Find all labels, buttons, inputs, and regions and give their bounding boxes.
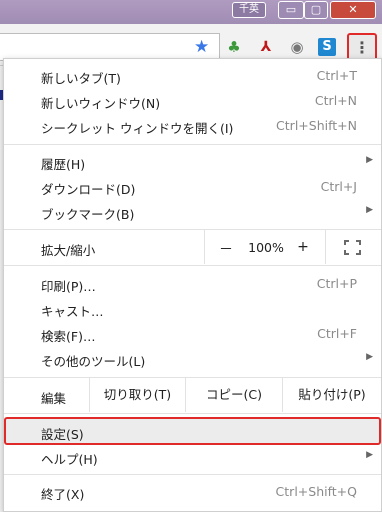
menu-item-shortcut: Ctrl+Shift+N bbox=[276, 118, 357, 133]
menu-item-label: 終了(X) bbox=[41, 487, 85, 502]
submenu-arrow-icon: ▶ bbox=[366, 205, 373, 215]
menu-item-label: ブックマーク(B) bbox=[41, 207, 135, 222]
menu-item-label: キャスト… bbox=[41, 304, 104, 319]
menu-item-cast[interactable]: キャスト… bbox=[4, 297, 381, 321]
menu-item-new-tab[interactable]: 新しいタブ(T) Ctrl+T bbox=[4, 64, 381, 88]
paste-button[interactable]: 貼り付け(P) bbox=[282, 378, 381, 412]
zoom-row: 拡大/縮小 － 100% + bbox=[4, 230, 381, 264]
submenu-arrow-icon: ▶ bbox=[366, 450, 373, 460]
menu-item-label: 新しいタブ(T) bbox=[41, 71, 121, 86]
menu-item-exit[interactable]: 終了(X) Ctrl+Shift+Q bbox=[4, 480, 381, 504]
edit-row: 編集 切り取り(T) コピー(C) 貼り付け(P) bbox=[4, 378, 381, 412]
minimize-icon: ▭ bbox=[285, 3, 297, 16]
submenu-arrow-icon: ▶ bbox=[366, 352, 373, 362]
cut-button[interactable]: 切り取り(T) bbox=[89, 378, 185, 412]
zoom-out-button[interactable]: － bbox=[219, 239, 233, 259]
menu-item-shortcut: Ctrl+Shift+Q bbox=[275, 484, 357, 499]
title-bar: 千英 ▭ ▢ ✕ bbox=[0, 0, 382, 24]
menu-item-print[interactable]: 印刷(P)… Ctrl+P bbox=[4, 272, 381, 296]
menu-item-find[interactable]: 検索(F)… Ctrl+F bbox=[4, 322, 381, 346]
clover-extension-icon[interactable]: ♣ bbox=[224, 37, 244, 57]
menu-item-label: ヘルプ(H) bbox=[41, 452, 98, 467]
menu-item-shortcut: Ctrl+N bbox=[314, 93, 357, 108]
menu-item-label: 設定(S) bbox=[41, 427, 84, 442]
menu-separator bbox=[4, 144, 381, 145]
menu-item-label: シークレット ウィンドウを開く(I) bbox=[41, 121, 234, 136]
star-icon[interactable]: ★ bbox=[194, 38, 209, 56]
menu-item-bookmarks[interactable]: ブックマーク(B) ▶ bbox=[4, 200, 381, 224]
menu-item-label: その他のツール(L) bbox=[41, 354, 146, 369]
kebab-menu-icon: ⋮ bbox=[354, 38, 370, 57]
menu-item-label: 印刷(P)… bbox=[41, 279, 96, 294]
menu-item-incognito[interactable]: シークレット ウィンドウを開く(I) Ctrl+Shift+N bbox=[4, 114, 381, 138]
zoom-level: 100% bbox=[248, 240, 284, 255]
close-icon: ✕ bbox=[348, 3, 358, 16]
maximize-button[interactable]: ▢ bbox=[304, 1, 328, 19]
menu-item-label: 新しいウィンドウ(N) bbox=[41, 96, 161, 111]
acrobat-extension-icon[interactable]: ⅄ bbox=[256, 37, 276, 57]
menu-item-new-window[interactable]: 新しいウィンドウ(N) Ctrl+N bbox=[4, 89, 381, 113]
fullscreen-icon[interactable] bbox=[344, 240, 361, 255]
menu-item-downloads[interactable]: ダウンロード(D) Ctrl+J bbox=[4, 175, 381, 199]
menu-item-shortcut: Ctrl+T bbox=[316, 68, 357, 83]
menu-item-more-tools[interactable]: その他のツール(L) ▶ bbox=[4, 347, 381, 371]
chrome-main-menu: 新しいタブ(T) Ctrl+T 新しいウィンドウ(N) Ctrl+N シークレッ… bbox=[3, 58, 382, 512]
menu-item-shortcut: Ctrl+J bbox=[320, 179, 357, 194]
close-button[interactable]: ✕ bbox=[330, 1, 376, 19]
edit-label: 編集 bbox=[41, 391, 67, 406]
menu-item-settings[interactable]: 設定(S) bbox=[4, 417, 381, 445]
maximize-icon: ▢ bbox=[310, 3, 322, 16]
menu-item-shortcut: Ctrl+P bbox=[316, 276, 357, 291]
menu-item-shortcut: Ctrl+F bbox=[317, 326, 357, 341]
minimize-button[interactable]: ▭ bbox=[278, 1, 304, 19]
menu-separator bbox=[4, 265, 381, 266]
copy-button[interactable]: コピー(C) bbox=[185, 378, 282, 412]
s-extension-icon[interactable]: S bbox=[318, 38, 336, 56]
menu-separator bbox=[4, 413, 381, 414]
menu-separator bbox=[4, 474, 381, 475]
camera-extension-icon[interactable]: ◉ bbox=[287, 37, 307, 57]
address-bar[interactable]: ★ bbox=[0, 33, 220, 61]
menu-item-history[interactable]: 履歴(H) ▶ bbox=[4, 150, 381, 174]
menu-item-label: 履歴(H) bbox=[41, 157, 86, 172]
zoom-label: 拡大/縮小 bbox=[41, 243, 96, 258]
menu-item-help[interactable]: ヘルプ(H) ▶ bbox=[4, 445, 381, 469]
submenu-arrow-icon: ▶ bbox=[366, 155, 373, 165]
menu-item-label: 検索(F)… bbox=[41, 329, 96, 344]
menu-item-label: ダウンロード(D) bbox=[41, 182, 136, 197]
ime-indicator[interactable]: 千英 bbox=[232, 2, 266, 18]
zoom-in-button[interactable]: + bbox=[296, 239, 310, 255]
